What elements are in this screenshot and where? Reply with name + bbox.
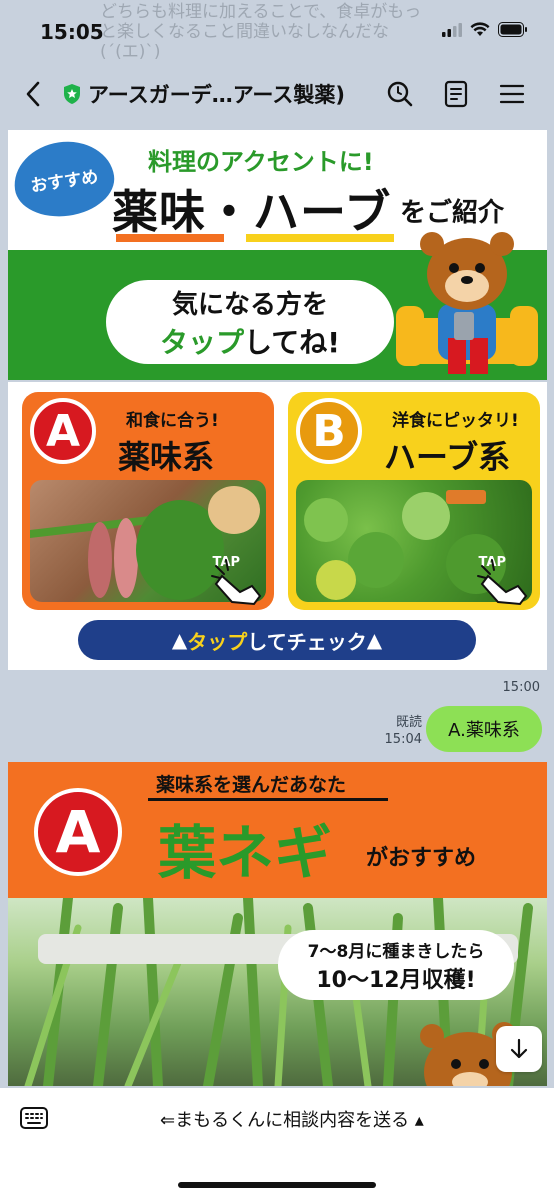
cloud-highlight: タップ [160, 325, 245, 359]
underline-yellow [246, 234, 394, 242]
card-b-title: ハーブ系 [384, 438, 511, 476]
notes-button[interactable] [440, 78, 472, 110]
home-indicator [178, 1182, 376, 1188]
banner-subtitle: 料理のアクセントに! [148, 148, 374, 176]
banner-main-title: 薬味・ハーブ [112, 185, 392, 239]
sent-message-bubble[interactable]: A.薬味系 [426, 706, 542, 752]
note-icon [444, 80, 468, 108]
wifi-icon [470, 22, 490, 36]
recommendation-title: 葉ネギ [158, 819, 333, 887]
back-button[interactable] [20, 78, 50, 110]
hamburger-icon [499, 84, 525, 104]
sent-timestamp: 15:04 [384, 732, 422, 747]
underline-orange [116, 234, 224, 242]
chat-header: アースガーデ…アース製薬) [0, 64, 554, 124]
header-title: アースガーデ…アース製薬) [88, 83, 345, 107]
chat-title[interactable]: アースガーデ…アース製薬) [62, 79, 345, 109]
choice-card-b[interactable]: B 洋食にピッタリ! ハーブ系 TAP [288, 392, 540, 610]
read-label: 既読 [395, 715, 422, 730]
status-icons [442, 22, 528, 37]
cloud-line-1: 気になる方を [171, 289, 328, 320]
background-message: どちらも料理に加えることで、食卓がもっと楽しくなること間違いなしなんだな(´(エ… [100, 2, 422, 62]
harvest-callout: 7〜8月に種まきしたら 10〜12月収穫! [278, 930, 514, 1000]
cloud-rest: してね! [244, 325, 340, 359]
chevron-left-icon [26, 81, 40, 107]
keyboard-toggle-button[interactable] [20, 1106, 48, 1130]
callout-line-2: 10〜12月収穫! [316, 967, 476, 993]
card-a-letter: A [30, 398, 96, 464]
keyboard-icon [20, 1107, 48, 1129]
banner-image-message[interactable]: おすすめ 料理のアクセントに! 薬味・ハーブ をご紹介 気になる方を タップして… [8, 130, 547, 380]
check-arrow-left: ▲ [171, 628, 188, 652]
menu-button[interactable] [496, 78, 528, 110]
battery-icon [498, 22, 527, 37]
read-receipt: 既読 15:04 [376, 714, 422, 748]
search-button[interactable] [384, 78, 416, 110]
card-b-subtitle: 洋食にピッタリ! [392, 411, 519, 431]
callout-line-1: 7〜8月に種まきしたら [307, 941, 485, 962]
card-b-letter: B [296, 398, 362, 464]
bottom-menu-bar: ⇐まもるくんに相談内容を送る ▴ [0, 1088, 554, 1200]
status-time: 15:05 [40, 20, 104, 44]
cloud-line-2: タップしてね! [160, 321, 340, 361]
rich-menu-toggle[interactable]: ⇐まもるくんに相談内容を送る ▴ [160, 1106, 424, 1132]
tap-hand-icon [211, 559, 262, 606]
speech-cloud: 気になる方を タップしてね! [106, 280, 394, 364]
choice-cards-message: A 和食に合う! 薬味系 TAP B 洋食にピッタリ! ハーブ系 [8, 382, 547, 670]
verified-shield-icon [64, 84, 80, 104]
recommendation-tail: がおすすめ [366, 846, 477, 871]
choice-card-a[interactable]: A 和食に合う! 薬味系 TAP [22, 392, 274, 610]
recommendation-subtitle: 薬味系を選んだあなた [156, 774, 347, 796]
banner-title-tail: をご紹介 [400, 198, 505, 228]
scroll-to-bottom-button[interactable] [496, 1026, 542, 1072]
card-a-subtitle: 和食に合う! [126, 411, 219, 431]
check-highlight: タップ [187, 629, 248, 654]
recommendation-image-message[interactable]: 薬味系を選んだあなた A 葉ネギ がおすすめ 7〜8月に種まきしたら 10〜12… [8, 762, 547, 1086]
bear-mascot-illustration [396, 232, 538, 374]
recommendation-letter: A [34, 788, 122, 876]
tap-hand-icon [477, 559, 528, 606]
signal-icon [442, 22, 462, 37]
search-icon [387, 81, 413, 107]
tap-to-check-button[interactable]: ▲ タップ してチェック ▲ [78, 620, 476, 660]
received-timestamp: 15:00 [502, 680, 540, 695]
status-bar: どちらも料理に加えることで、食卓がもっと楽しくなること間違いなしなんだな(´(エ… [0, 0, 554, 64]
check-arrow-right: ▲ [366, 628, 383, 652]
arrow-down-icon [510, 1038, 528, 1059]
check-label: してチェック [247, 629, 367, 654]
card-a-title: 薬味系 [118, 438, 215, 476]
recommend-badge-label: おすすめ [29, 166, 100, 197]
subtitle-underline [148, 798, 388, 801]
